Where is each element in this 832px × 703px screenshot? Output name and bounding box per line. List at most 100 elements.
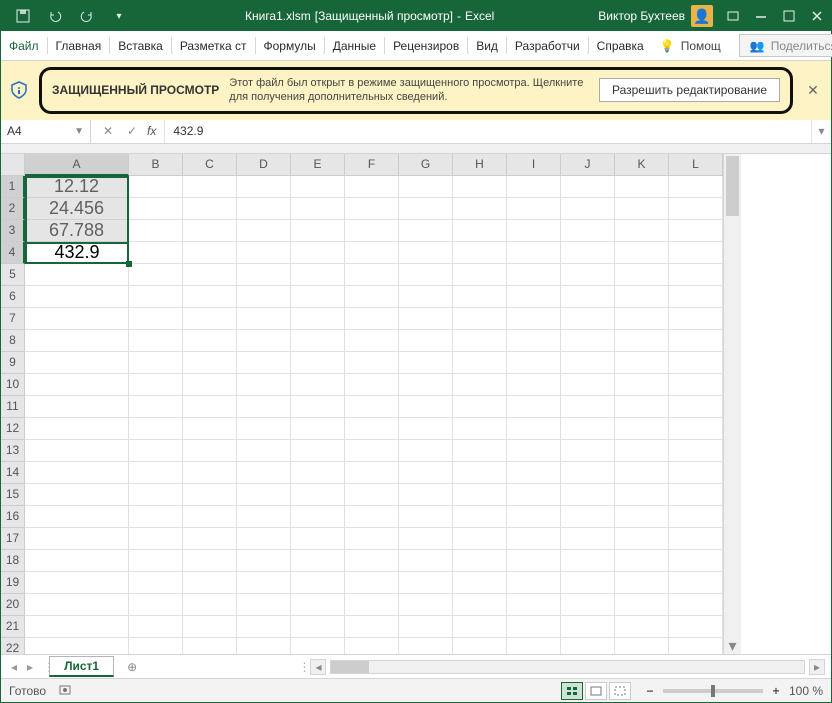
cell[interactable] (561, 418, 615, 440)
cell[interactable] (561, 462, 615, 484)
cell[interactable] (129, 594, 183, 616)
cell[interactable] (453, 374, 507, 396)
cell[interactable] (561, 528, 615, 550)
cell[interactable] (345, 242, 399, 264)
cell[interactable] (25, 418, 129, 440)
row-header[interactable]: 14 (1, 462, 25, 484)
cell[interactable] (183, 330, 237, 352)
view-normal-icon[interactable] (561, 682, 583, 700)
ribbon-tab-8[interactable]: Разработчи (507, 31, 588, 60)
zoom-out-icon[interactable]: − (643, 684, 657, 698)
cell[interactable] (129, 330, 183, 352)
cell[interactable] (129, 220, 183, 242)
cell[interactable] (291, 374, 345, 396)
cell[interactable] (291, 286, 345, 308)
sheet-nav-next-icon[interactable]: ▸ (23, 660, 37, 674)
cell[interactable] (129, 264, 183, 286)
cell[interactable] (345, 176, 399, 198)
cell[interactable] (561, 396, 615, 418)
ribbon-tab-1[interactable]: Главная (48, 31, 110, 60)
cell[interactable] (237, 572, 291, 594)
cell[interactable] (291, 418, 345, 440)
cell[interactable] (237, 462, 291, 484)
cell[interactable] (291, 550, 345, 572)
cell[interactable] (669, 286, 723, 308)
cell[interactable] (453, 308, 507, 330)
cell[interactable] (453, 220, 507, 242)
cell[interactable] (669, 396, 723, 418)
cell[interactable] (507, 242, 561, 264)
cell[interactable] (291, 308, 345, 330)
horizontal-scrollbar[interactable]: ◂ ▸ (310, 659, 825, 675)
cell[interactable] (345, 616, 399, 638)
cell[interactable] (399, 374, 453, 396)
cell[interactable] (25, 374, 129, 396)
cell[interactable] (453, 550, 507, 572)
column-header[interactable]: L (669, 154, 723, 176)
row-header[interactable]: 18 (1, 550, 25, 572)
cell[interactable] (561, 176, 615, 198)
cell[interactable] (237, 330, 291, 352)
cell[interactable] (183, 528, 237, 550)
cell[interactable] (561, 264, 615, 286)
cell[interactable] (129, 176, 183, 198)
cell[interactable] (237, 220, 291, 242)
cell[interactable] (129, 418, 183, 440)
cell[interactable] (25, 440, 129, 462)
cell[interactable] (25, 506, 129, 528)
cell[interactable] (183, 550, 237, 572)
cell[interactable] (345, 484, 399, 506)
sheet-tab[interactable]: Лист1 (49, 656, 114, 677)
vertical-scrollbar[interactable]: ▴ ▾ (723, 154, 741, 654)
cell[interactable] (25, 286, 129, 308)
cell[interactable] (183, 462, 237, 484)
cell[interactable] (129, 484, 183, 506)
cell[interactable] (615, 462, 669, 484)
cell[interactable] (669, 176, 723, 198)
cell[interactable] (291, 506, 345, 528)
cell[interactable] (669, 264, 723, 286)
cell[interactable] (399, 352, 453, 374)
save-icon[interactable] (9, 4, 37, 28)
cell[interactable] (669, 594, 723, 616)
cell[interactable] (453, 264, 507, 286)
cell[interactable] (345, 264, 399, 286)
cell[interactable] (25, 638, 129, 654)
cell[interactable] (25, 308, 129, 330)
column-header[interactable]: D (237, 154, 291, 176)
cell[interactable] (183, 572, 237, 594)
cell[interactable] (399, 616, 453, 638)
cell[interactable] (345, 220, 399, 242)
cell[interactable] (25, 396, 129, 418)
cell[interactable] (669, 550, 723, 572)
help-label[interactable]: Помощ (681, 39, 721, 53)
cell[interactable] (561, 242, 615, 264)
chevron-down-icon[interactable]: ▼ (74, 126, 84, 137)
cell[interactable] (615, 330, 669, 352)
cell[interactable] (345, 308, 399, 330)
cell[interactable] (345, 528, 399, 550)
cell[interactable] (507, 528, 561, 550)
cell[interactable] (25, 264, 129, 286)
cell[interactable] (399, 220, 453, 242)
cell[interactable] (129, 572, 183, 594)
cell[interactable] (345, 440, 399, 462)
cell[interactable] (183, 264, 237, 286)
cell[interactable] (399, 550, 453, 572)
cell[interactable] (129, 352, 183, 374)
cell[interactable] (561, 374, 615, 396)
cell[interactable] (453, 286, 507, 308)
cell[interactable] (561, 308, 615, 330)
fx-icon[interactable]: fx (147, 124, 156, 138)
cell[interactable] (183, 396, 237, 418)
cell[interactable] (183, 638, 237, 654)
cell[interactable] (129, 396, 183, 418)
column-header[interactable]: C (183, 154, 237, 176)
cell[interactable] (507, 594, 561, 616)
name-box[interactable]: A4 ▼ (1, 120, 91, 143)
cell[interactable] (345, 594, 399, 616)
cell[interactable] (561, 484, 615, 506)
cell[interactable] (669, 572, 723, 594)
row-header[interactable]: 13 (1, 440, 25, 462)
cell[interactable] (183, 616, 237, 638)
